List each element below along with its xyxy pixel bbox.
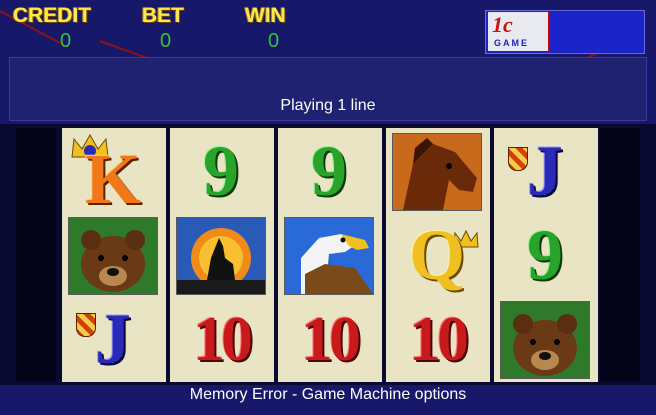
credit-label: CREDIT: [13, 4, 92, 27]
symbol-text: 10: [193, 303, 253, 374]
bet-label: BET: [142, 4, 184, 27]
reel-3: 9 10: [278, 128, 382, 382]
horse-icon: [392, 133, 482, 211]
reel-5: J 9: [494, 128, 598, 382]
symbol-text: J: [527, 131, 563, 211]
reel-symbol: [498, 299, 592, 379]
reel-4: Q 10: [386, 128, 490, 382]
reel-symbol: [390, 131, 484, 211]
reel-right-edge: [600, 128, 640, 382]
reel-2: 9 10: [170, 128, 274, 382]
reel-symbol: K: [66, 131, 160, 211]
wolf-icon: [176, 217, 266, 295]
symbol-text: 9: [527, 215, 563, 295]
eagle-icon: [284, 217, 374, 295]
reel-symbol: 10: [282, 299, 376, 379]
reel-symbol: J: [498, 131, 592, 211]
lines-message: Playing 1 line: [280, 97, 376, 114]
symbol-text: 10: [409, 303, 469, 374]
symbol-text: 10: [301, 303, 361, 374]
reel-symbol: [282, 215, 376, 295]
bet-value: 0: [160, 30, 172, 52]
game-logo: 1c GAME: [485, 10, 645, 54]
symbol-text: 9: [311, 131, 347, 211]
bear-icon: [68, 217, 158, 295]
logo-sub-text: GAME: [494, 38, 529, 48]
reel-1: K J: [62, 128, 166, 382]
reel-symbol: 9: [498, 215, 592, 295]
reel-symbol: 9: [282, 131, 376, 211]
status-bar: Memory Error - Game Machine options: [189, 386, 467, 403]
reel-symbol: 10: [390, 299, 484, 379]
logo-main-text: 1c: [492, 12, 513, 37]
win-value: 0: [268, 30, 280, 52]
symbol-text: 9: [203, 131, 239, 211]
reel-symbol: 10: [174, 299, 268, 379]
symbol-text: K: [84, 139, 141, 211]
reel-symbol: 9: [174, 131, 268, 211]
win-label: WIN: [245, 4, 286, 27]
logo-badge: 1c GAME: [488, 12, 550, 51]
reel-left-edge: [16, 128, 56, 382]
credit-value: 0: [60, 30, 72, 52]
symbol-text: Q: [408, 215, 465, 295]
bear-icon: [500, 301, 590, 379]
reel-symbol: J: [66, 299, 160, 379]
reel-symbol: [66, 215, 160, 295]
symbol-text: J: [95, 299, 131, 379]
reel-symbol: Q: [390, 215, 484, 295]
reel-symbol: [174, 215, 268, 295]
